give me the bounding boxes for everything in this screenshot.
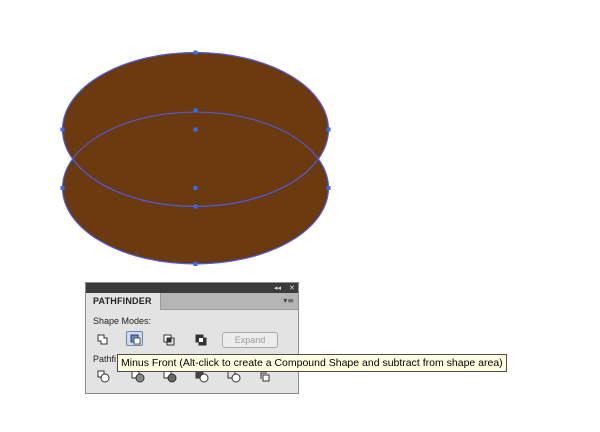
anchor-point[interactable] [326,127,331,132]
anchor-point[interactable] [193,262,198,266]
exclude-icon [195,334,207,346]
shape-modes-label: Shape Modes: [93,316,152,326]
anchor-point[interactable] [193,108,198,113]
collapse-icon[interactable]: ◂◂ [274,283,281,293]
exclude-button[interactable] [193,332,210,347]
divide-button[interactable] [96,369,113,384]
unite-icon [97,334,108,345]
intersect-button[interactable] [161,332,178,347]
intersect-icon [163,334,175,346]
minus-front-button[interactable] [126,331,143,346]
tooltip: Minus Front (Alt-click to create a Compo… [117,354,507,372]
pathfinders-label: Pathfi [93,354,117,364]
expand-button[interactable]: Expand [222,332,278,348]
anchor-point[interactable] [193,204,198,209]
panel-tabbar: PATHFINDER ▾≡ [86,293,298,310]
close-icon[interactable]: ✕ [289,283,295,293]
center-point[interactable] [193,127,198,132]
panel-menu-icon[interactable]: ▾≡ [283,296,294,306]
minus-front-icon [130,334,141,345]
anchor-point[interactable] [60,127,65,132]
anchor-point[interactable] [60,186,65,190]
divide-icon [97,370,110,383]
tab-pathfinder[interactable]: PATHFINDER [86,293,161,310]
panel-titlebar[interactable]: ◂◂ ✕ [86,283,298,293]
anchor-point[interactable] [193,50,198,55]
unite-button[interactable] [94,332,111,347]
anchor-point[interactable] [326,186,331,190]
center-point[interactable] [193,186,198,190]
pathfinder-panel: ◂◂ ✕ PATHFINDER ▾≡ Shape Modes: Expand P [85,282,299,394]
